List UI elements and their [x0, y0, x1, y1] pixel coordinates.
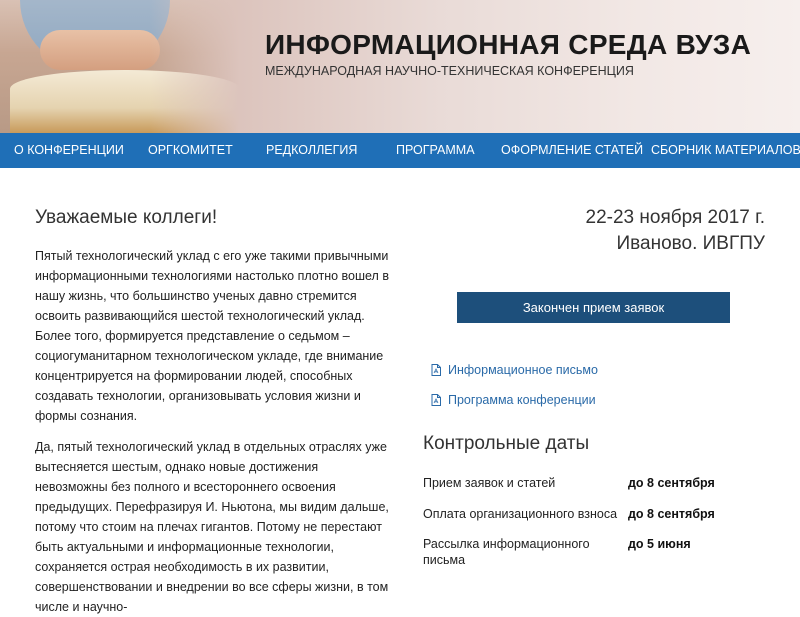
nav-item-proceedings[interactable]: СБОРНИК МАТЕРИАЛОВ [651, 143, 800, 157]
date-label: Прием заявок и статей [423, 476, 556, 490]
date-label: Оплата организационного взноса [423, 507, 618, 521]
conference-date: 22-23 ноября 2017 г. [585, 207, 765, 228]
nav-item-program[interactable]: ПРОГРАММА [396, 143, 475, 157]
site-subtitle: МЕЖДУНАРОДНАЯ НАУЧНО-ТЕХНИЧЕСКАЯ КОНФЕРЕ… [265, 64, 634, 78]
control-dates-title: Контрольные даты [423, 433, 590, 454]
date-value: до 5 июня [628, 537, 691, 551]
conference-place: Иваново. ИВГПУ [616, 233, 765, 254]
table-row: Прием заявок и статей до 8 сентября [423, 466, 763, 506]
date-label: Рассылка информационного письма [423, 537, 590, 567]
info-letter-label: Информационное письмо [448, 363, 598, 377]
pdf-icon [431, 394, 441, 406]
nav-item-about[interactable]: О КОНФЕРЕНЦИИ [14, 143, 124, 157]
info-letter-link[interactable]: Информационное письмо [431, 363, 598, 377]
conference-program-label: Программа конференции [448, 393, 596, 407]
header-photo [0, 0, 240, 133]
intro-paragraph-2: Да, пятый технологический уклад в отдель… [35, 440, 389, 614]
welcome-title: Уважаемые коллеги! [35, 207, 218, 228]
control-dates-table: Прием заявок и статей до 8 сентября Опла… [423, 466, 763, 572]
photo-fade [150, 0, 240, 133]
nav-item-editorial-board[interactable]: РЕДКОЛЛЕГИЯ [266, 143, 357, 157]
site-title: ИНФОРМАЦИОННАЯ СРЕДА ВУЗА [265, 29, 752, 60]
table-row: Оплата организационного взноса до 8 сент… [423, 506, 763, 536]
main-nav: О КОНФЕРЕНЦИИ ОРГКОМИТЕТ РЕДКОЛЛЕГИЯ ПРО… [0, 133, 800, 168]
header-banner: ИНФОРМАЦИОННАЯ СРЕДА ВУЗА МЕЖДУНАРОДНАЯ … [0, 0, 800, 133]
date-value: до 8 сентября [628, 476, 715, 490]
photo-hands [40, 30, 160, 70]
intro-paragraph-1: Пятый технологический уклад с его уже та… [35, 249, 389, 423]
nav-item-orgcommittee[interactable]: ОРГКОМИТЕТ [148, 143, 233, 157]
conference-program-link[interactable]: Программа конференции [431, 393, 596, 407]
pdf-icon [431, 364, 441, 376]
date-value: до 8 сентября [628, 507, 715, 521]
nav-item-article-format[interactable]: ОФОРМЛЕНИЕ СТАТЕЙ [501, 143, 643, 157]
table-row: Рассылка информационного письма до 5 июн… [423, 536, 763, 572]
applications-closed-button[interactable]: Закончен прием заявок [457, 292, 730, 323]
